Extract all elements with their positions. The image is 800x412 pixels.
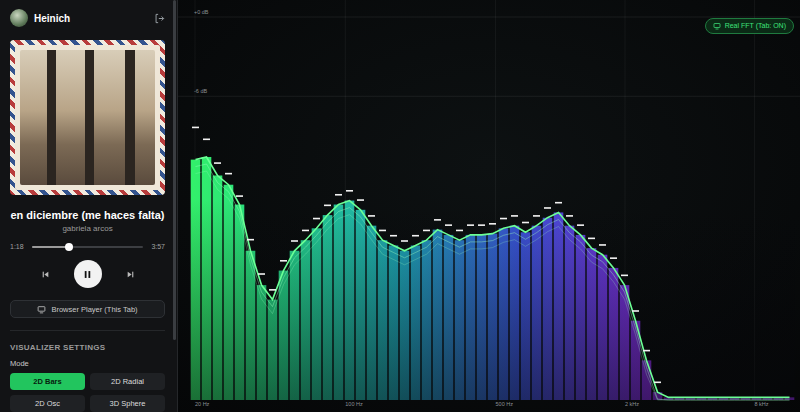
frequency-tick: 500 Hz	[496, 401, 514, 407]
visualizer: +0 dB -6 dB 20 Hz 100 Hz 500 Hz 2 kHz 8 kHz Re…	[178, 0, 800, 412]
peak-marker	[412, 235, 419, 237]
peak-marker	[522, 222, 529, 224]
peak-marker	[401, 240, 408, 242]
peak-marker	[313, 218, 320, 220]
mode-label: Mode	[10, 359, 165, 368]
user-name: Heinich	[34, 13, 148, 24]
peak-marker	[335, 194, 342, 196]
peak-marker	[566, 215, 573, 217]
peak-marker	[269, 289, 276, 291]
user-header: Heinich	[10, 8, 165, 28]
track-title: en diciembre (me haces falta)	[10, 208, 165, 222]
frequency-tick: 20 Hz	[195, 401, 210, 407]
previous-icon[interactable]	[41, 270, 50, 279]
peak-marker	[599, 244, 606, 246]
peak-marker	[324, 205, 331, 207]
peak-marker	[368, 215, 375, 217]
user-avatar[interactable]	[10, 9, 28, 27]
mode-button[interactable]: 2D Radial	[90, 373, 165, 390]
peak-marker	[236, 195, 243, 197]
spectrum-chart: +0 dB -6 dB 20 Hz 100 Hz 500 Hz 2 kHz 8 kHz	[178, 0, 800, 412]
peak-marker	[577, 224, 584, 226]
peak-marker	[225, 173, 232, 175]
mode-button[interactable]: 2D Osc	[10, 395, 85, 412]
frequency-tick: 100 Hz	[345, 401, 363, 407]
peak-marker	[214, 162, 221, 164]
peak-marker	[478, 224, 485, 226]
peak-marker	[379, 230, 386, 232]
divider	[10, 330, 165, 331]
peak-marker	[467, 224, 474, 226]
mode-button[interactable]: 2D Bars	[10, 373, 85, 390]
album-art	[10, 40, 165, 195]
db-tick: -6 dB	[194, 88, 207, 94]
peak-marker	[423, 230, 430, 232]
progress-row: 1:18 3:57	[10, 243, 165, 250]
peak-marker	[280, 260, 287, 262]
scrollbar[interactable]	[173, 0, 176, 340]
peak-marker	[489, 223, 496, 225]
peak-marker	[588, 238, 595, 240]
peak-marker	[445, 224, 452, 226]
progress-slider[interactable]	[32, 246, 144, 248]
next-icon[interactable]	[126, 270, 135, 279]
monitor-icon	[713, 22, 721, 30]
peak-marker	[654, 382, 661, 384]
elapsed-time: 1:18	[10, 243, 24, 250]
peak-marker	[346, 190, 353, 192]
peak-marker	[555, 202, 562, 204]
peak-marker	[192, 127, 199, 129]
peak-marker	[544, 207, 551, 209]
settings-heading: VISUALIZER SETTINGS	[10, 343, 165, 352]
peak-marker	[302, 230, 309, 232]
mode-options: 2D Bars 2D Radial 2D Osc 3D Sphere	[10, 373, 165, 412]
frequency-tick: 2 kHz	[625, 401, 639, 407]
peak-marker	[643, 350, 650, 352]
peak-marker	[390, 235, 397, 237]
album-photo	[20, 50, 155, 185]
peak-marker	[357, 199, 364, 201]
mode-button[interactable]: 3D Sphere	[90, 395, 165, 412]
browser-player-button[interactable]: Browser Player (This Tab)	[10, 300, 165, 318]
db-tick: +0 dB	[194, 9, 209, 15]
peak-marker	[511, 215, 518, 217]
pause-icon	[82, 269, 93, 280]
peak-marker	[456, 230, 463, 232]
peak-marker	[533, 215, 540, 217]
frequency-tick: 8 kHz	[754, 401, 768, 407]
fft-badge[interactable]: Real FFT (Tab: ON)	[705, 18, 794, 34]
sidebar: Heinich en diciembre (me haces falta) ga…	[0, 0, 178, 412]
logout-icon[interactable]	[154, 13, 165, 24]
peak-marker	[632, 310, 639, 312]
play-pause-button[interactable]	[74, 260, 102, 288]
monitor-icon	[37, 305, 46, 314]
peak-marker	[258, 273, 265, 275]
playback-controls	[10, 260, 165, 288]
spectrum-line	[196, 157, 790, 397]
peak-marker	[203, 139, 210, 141]
peak-marker	[500, 218, 507, 220]
duration-time: 3:57	[151, 243, 165, 250]
peak-marker	[610, 257, 617, 259]
peak-marker	[291, 240, 298, 242]
peak-marker	[247, 239, 254, 241]
track-artist: gabriela arcos	[10, 224, 165, 233]
music-visualizer-app: Heinich en diciembre (me haces falta) ga…	[0, 0, 800, 412]
peak-marker	[434, 219, 441, 221]
peak-marker	[621, 275, 628, 277]
